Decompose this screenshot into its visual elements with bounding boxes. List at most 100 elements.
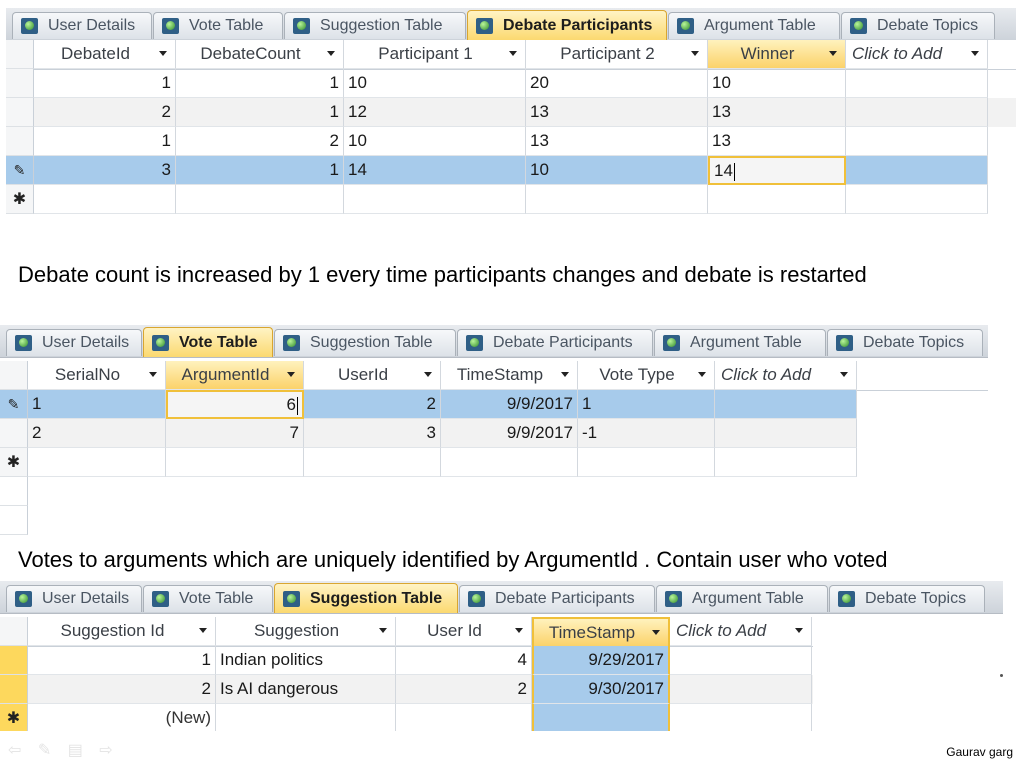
table-row[interactable]: 2 7 3 9/9/2017 -1: [0, 419, 857, 448]
click-to-add-header[interactable]: Click to Add: [715, 361, 857, 390]
record-selector[interactable]: [0, 419, 28, 448]
cell[interactable]: 4: [396, 646, 532, 675]
tab-suggestion-table[interactable]: Suggestion Table: [274, 329, 456, 356]
cell[interactable]: 10: [344, 127, 526, 156]
record-selector[interactable]: ✎: [6, 156, 34, 185]
active-cell[interactable]: 6: [166, 390, 304, 419]
cell[interactable]: Is AI dangerous: [216, 675, 396, 704]
chevron-down-icon[interactable]: [829, 51, 837, 56]
record-selector[interactable]: [6, 127, 34, 156]
cell[interactable]: -1: [578, 419, 715, 448]
tab-user-details[interactable]: User Details: [12, 12, 152, 39]
cell[interactable]: 10: [708, 69, 846, 98]
cell[interactable]: 20: [526, 69, 708, 98]
chevron-down-icon[interactable]: [509, 51, 517, 56]
cell[interactable]: [526, 185, 708, 214]
select-all-cell[interactable]: [0, 617, 28, 646]
tab-debate-participants[interactable]: Debate Participants: [459, 585, 655, 612]
column-header[interactable]: TimeStamp: [441, 361, 578, 390]
cell[interactable]: [670, 646, 812, 675]
chevron-down-icon[interactable]: [424, 372, 432, 377]
chevron-down-icon[interactable]: [199, 628, 207, 633]
table-row-editing[interactable]: ✎ 3 1 14 10 14: [6, 156, 1016, 185]
chevron-down-icon[interactable]: [971, 51, 979, 56]
tab-debate-participants[interactable]: Debate Participants: [457, 329, 653, 356]
cell[interactable]: 2: [28, 419, 166, 448]
cell[interactable]: 1: [176, 98, 344, 127]
tab-vote-table[interactable]: Vote Table: [143, 585, 273, 612]
column-header[interactable]: ArgumentId: [166, 361, 304, 390]
cell[interactable]: [715, 419, 857, 448]
cell[interactable]: 7: [166, 419, 304, 448]
tab-debate-topics[interactable]: Debate Topics: [829, 585, 985, 612]
cell[interactable]: 1: [28, 646, 216, 675]
table-row[interactable]: 2 1 12 13 13: [6, 98, 1016, 127]
column-header[interactable]: Participant 2: [526, 40, 708, 69]
column-header[interactable]: DebateCount: [176, 40, 344, 69]
tab-vote-table[interactable]: Vote Table: [153, 12, 283, 39]
tab-debate-topics[interactable]: Debate Topics: [841, 12, 995, 39]
new-record-row[interactable]: ✱: [6, 185, 1016, 214]
active-cell[interactable]: 14: [708, 156, 846, 185]
cell[interactable]: [715, 390, 857, 419]
column-header[interactable]: SerialNo: [28, 361, 166, 390]
cell[interactable]: 13: [526, 127, 708, 156]
column-header[interactable]: Suggestion: [216, 617, 396, 646]
cell[interactable]: [304, 448, 441, 477]
record-selector[interactable]: [0, 646, 28, 675]
chevron-down-icon[interactable]: [159, 51, 167, 56]
cell[interactable]: Indian politics: [216, 646, 396, 675]
record-selector[interactable]: ✱: [0, 704, 28, 731]
column-header[interactable]: Winner: [708, 40, 846, 69]
cell[interactable]: 13: [708, 98, 846, 127]
table-row[interactable]: 1 2 10 13 13: [6, 127, 1016, 156]
cell[interactable]: 3: [304, 419, 441, 448]
chevron-down-icon[interactable]: [698, 372, 706, 377]
cell[interactable]: 2: [34, 98, 176, 127]
cell[interactable]: [166, 448, 304, 477]
cell[interactable]: [216, 704, 396, 731]
cell[interactable]: 3: [34, 156, 176, 185]
column-header[interactable]: User Id: [396, 617, 532, 646]
cell[interactable]: 1: [176, 69, 344, 98]
cell[interactable]: [715, 448, 857, 477]
cell[interactable]: [578, 448, 715, 477]
column-header[interactable]: DebateId: [34, 40, 176, 69]
cell[interactable]: [396, 704, 532, 731]
record-selector[interactable]: [6, 98, 34, 127]
click-to-add-header[interactable]: Click to Add: [670, 617, 812, 646]
column-header[interactable]: UserId: [304, 361, 441, 390]
table-row[interactable]: 2 Is AI dangerous 2 9/30/2017: [0, 675, 813, 704]
record-selector[interactable]: ✱: [6, 185, 34, 214]
cell[interactable]: 2: [28, 675, 216, 704]
cell[interactable]: 1: [176, 156, 344, 185]
cell[interactable]: [176, 185, 344, 214]
tab-argument-table[interactable]: Argument Table: [654, 329, 826, 356]
cell[interactable]: 9/29/2017: [532, 646, 670, 675]
tab-suggestion-table[interactable]: Suggestion Table: [284, 12, 466, 39]
cell[interactable]: 1: [28, 390, 166, 419]
new-record-row[interactable]: ✱ (New): [0, 704, 813, 731]
table-row[interactable]: 1 Indian politics 4 9/29/2017: [0, 646, 813, 675]
cell[interactable]: 13: [708, 127, 846, 156]
chevron-down-icon[interactable]: [561, 372, 569, 377]
tab-suggestion-table[interactable]: Suggestion Table: [274, 583, 458, 613]
tab-argument-table[interactable]: Argument Table: [656, 585, 828, 612]
column-header[interactable]: TimeStamp: [532, 617, 670, 646]
record-selector[interactable]: ✱: [0, 448, 28, 477]
cell[interactable]: 9/9/2017: [441, 390, 578, 419]
cell[interactable]: [846, 69, 988, 98]
chevron-down-icon[interactable]: [691, 51, 699, 56]
cell[interactable]: 9/9/2017: [441, 419, 578, 448]
cell[interactable]: [532, 704, 670, 731]
cell[interactable]: 10: [526, 156, 708, 185]
new-record-row[interactable]: ✱: [0, 448, 857, 477]
cell[interactable]: [670, 675, 812, 704]
cell[interactable]: 10: [344, 69, 526, 98]
tab-vote-table[interactable]: Vote Table: [143, 327, 273, 357]
new-record-label[interactable]: (New): [28, 704, 216, 731]
column-header[interactable]: Participant 1: [344, 40, 526, 69]
cell[interactable]: [670, 704, 812, 731]
tab-debate-topics[interactable]: Debate Topics: [827, 329, 983, 356]
cell[interactable]: [846, 156, 988, 185]
